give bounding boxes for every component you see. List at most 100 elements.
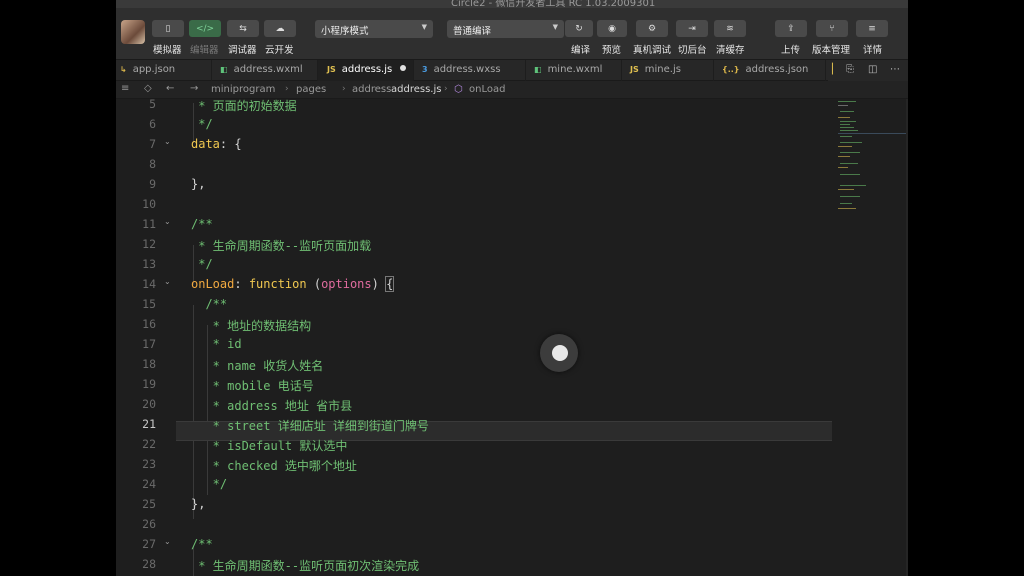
tab-address-wxml[interactable]: ◧ address.wxml [212, 60, 318, 81]
tab-mine-wxml[interactable]: ◧ mine.wxml [526, 60, 622, 81]
forward-icon[interactable]: → [190, 83, 198, 94]
compile-button[interactable]: ↻ [565, 20, 593, 37]
unsaved-dot-icon [400, 65, 407, 71]
code-line: 17 * id [142, 337, 242, 351]
code-line: 24 */ [142, 477, 228, 491]
source-control-icon[interactable]: ⎘ [846, 64, 854, 75]
json-file-icon: {..} [722, 65, 740, 74]
clear-cache-button[interactable]: ≋ [714, 20, 746, 37]
cloud-dev-button[interactable]: ☁ [264, 20, 296, 37]
preview-button[interactable]: ◉ [597, 20, 627, 37]
chevron-right-icon: › [285, 84, 289, 94]
code-line: 12 * 生命周期函数--监听页面加载 [142, 237, 372, 253]
debugger-label: 调试器 [228, 45, 257, 56]
code-line: 16 * 地址的数据结构 [142, 317, 312, 333]
branch-icon: ⑂ [829, 23, 835, 34]
tab-address-js[interactable]: JS address.js [318, 60, 414, 81]
back-icon[interactable]: ← [166, 83, 174, 94]
toolbar: ▯ 模拟器 </> 编辑器 ⇆ 调试器 ☁ 云开发 小程序模式 ▼ 普通编译 ▼… [116, 8, 908, 60]
debug-icon: ⇆ [239, 23, 247, 34]
background-button[interactable]: ⇥ [676, 20, 708, 37]
tab-address-json[interactable]: {..} address.json [714, 60, 826, 81]
debugger-button[interactable]: ⇆ [227, 20, 259, 37]
tab-overflow-icon[interactable]: ▏ [832, 64, 840, 75]
code-line: 28 * 生命周期函数--监听页面初次渲染完成 [142, 557, 420, 573]
remote-debug-label: 真机调试 [633, 45, 672, 56]
wxml-file-icon: ◧ [220, 65, 228, 74]
code-line: 20 * address 地址 省市县 [142, 397, 353, 413]
breadcrumb-item[interactable]: miniprogram [211, 84, 275, 95]
background-label: 切后台 [678, 45, 707, 56]
tab-address-wxss[interactable]: 3 address.wxss [414, 60, 526, 81]
version-button[interactable]: ⑂ [816, 20, 848, 37]
cloud-icon: ☁ [275, 23, 285, 34]
code-line: 23 * checked 选中哪个地址 [142, 457, 357, 473]
mode-select-value: 小程序模式 [321, 26, 369, 37]
fold-chevron-icon[interactable]: ⌄ [164, 537, 171, 546]
vertical-scrollbar[interactable] [906, 99, 908, 576]
user-avatar[interactable] [121, 20, 145, 44]
code-line: 26 [142, 517, 156, 531]
code-line: 22 * isDefault 默认选中 [142, 437, 348, 453]
tab-app-json[interactable]: ↳ app.json [116, 60, 212, 81]
editor-button[interactable]: </> [189, 20, 221, 37]
code-line: 25 }, [142, 497, 206, 511]
code-editor[interactable]: 5 * 页面的初始数据 6 */ 7 ⌄ data: { 8 9 }, 10 1… [116, 97, 908, 576]
version-label: 版本管理 [812, 45, 851, 56]
js-file-icon: JS [630, 65, 639, 74]
fold-chevron-icon[interactable]: ⌄ [164, 137, 171, 146]
menu-icon: ≡ [868, 23, 876, 34]
compile-select[interactable]: 普通编译 ▼ [447, 20, 564, 38]
list-icon[interactable]: ≡ [121, 83, 129, 94]
eye-icon: ◉ [608, 23, 616, 34]
simulator-button[interactable]: ▯ [152, 20, 184, 37]
window-title: Circle2 - 微信开发者工具 RC 1.03.2009301 [451, 0, 656, 8]
code-line: 14 ⌄ onLoad: function (options) { [142, 276, 395, 292]
upload-button[interactable]: ⇪ [775, 20, 807, 37]
code-line: 18 * name 收货人姓名 [142, 357, 324, 373]
phone-icon: ▯ [165, 23, 171, 34]
details-button[interactable]: ≡ [856, 20, 888, 37]
code-line: 13 */ [142, 257, 213, 271]
breadcrumb-item[interactable]: pages [296, 84, 326, 95]
remote-debug-button[interactable]: ⚙ [636, 20, 668, 37]
refresh-icon: ↻ [575, 23, 583, 34]
ide-window: Circle2 - 微信开发者工具 RC 1.03.2009301 ▯ 模拟器 … [116, 0, 908, 576]
fold-chevron-icon[interactable]: ⌄ [164, 217, 171, 226]
compile-label: 编译 [571, 45, 591, 56]
mouse-cursor-indicator [540, 334, 578, 372]
code-icon: </> [195, 23, 215, 34]
title-bar: Circle2 - 微信开发者工具 RC 1.03.2009301 [116, 0, 908, 8]
minimap[interactable] [834, 99, 908, 219]
details-label: 详情 [863, 45, 883, 56]
layers-icon: ≋ [726, 23, 734, 34]
tab-mine-js[interactable]: JS mine.js [622, 60, 714, 81]
breadcrumb-item[interactable]: address [352, 84, 391, 95]
code-line: 10 [142, 197, 156, 211]
compile-select-value: 普通编译 [453, 26, 492, 37]
code-line: 7 ⌄ data: { [149, 137, 242, 151]
code-line: 8 [149, 157, 156, 171]
mode-select[interactable]: 小程序模式 ▼ [315, 20, 433, 38]
more-icon[interactable]: ⋯ [890, 64, 900, 75]
json-file-icon: ↳ [120, 65, 127, 74]
fold-chevron-icon[interactable]: ⌄ [164, 277, 171, 286]
function-cube-icon: ⬡ [454, 84, 463, 95]
editor-tabs: ↳ app.json ◧ address.wxml JS address.js 3 ad… [116, 60, 908, 81]
code-line: 27 ⌄ /** [142, 537, 213, 551]
breadcrumb-item[interactable]: onLoad [469, 84, 505, 95]
chevron-down-icon: ▼ [552, 23, 558, 31]
simulator-label: 模拟器 [153, 45, 182, 56]
bug-icon: ⚙ [647, 23, 657, 34]
wxml-file-icon: ◧ [534, 65, 542, 74]
css-file-icon: 3 [422, 65, 428, 74]
chevron-right-icon: › [444, 84, 448, 94]
split-editor-icon[interactable]: ◫ [868, 64, 877, 75]
upload-label: 上传 [781, 45, 801, 56]
code-line: 21 * street 详细店址 详细到街道门牌号 [142, 417, 429, 433]
bookmark-icon[interactable]: ◇ [144, 83, 152, 94]
tab-actions: ▏ ⎘ ◫ ⋯ [828, 60, 908, 81]
preview-label: 预览 [602, 45, 622, 56]
breadcrumb-item[interactable]: address.js [391, 84, 441, 95]
cloud-dev-label: 云开发 [265, 45, 294, 56]
